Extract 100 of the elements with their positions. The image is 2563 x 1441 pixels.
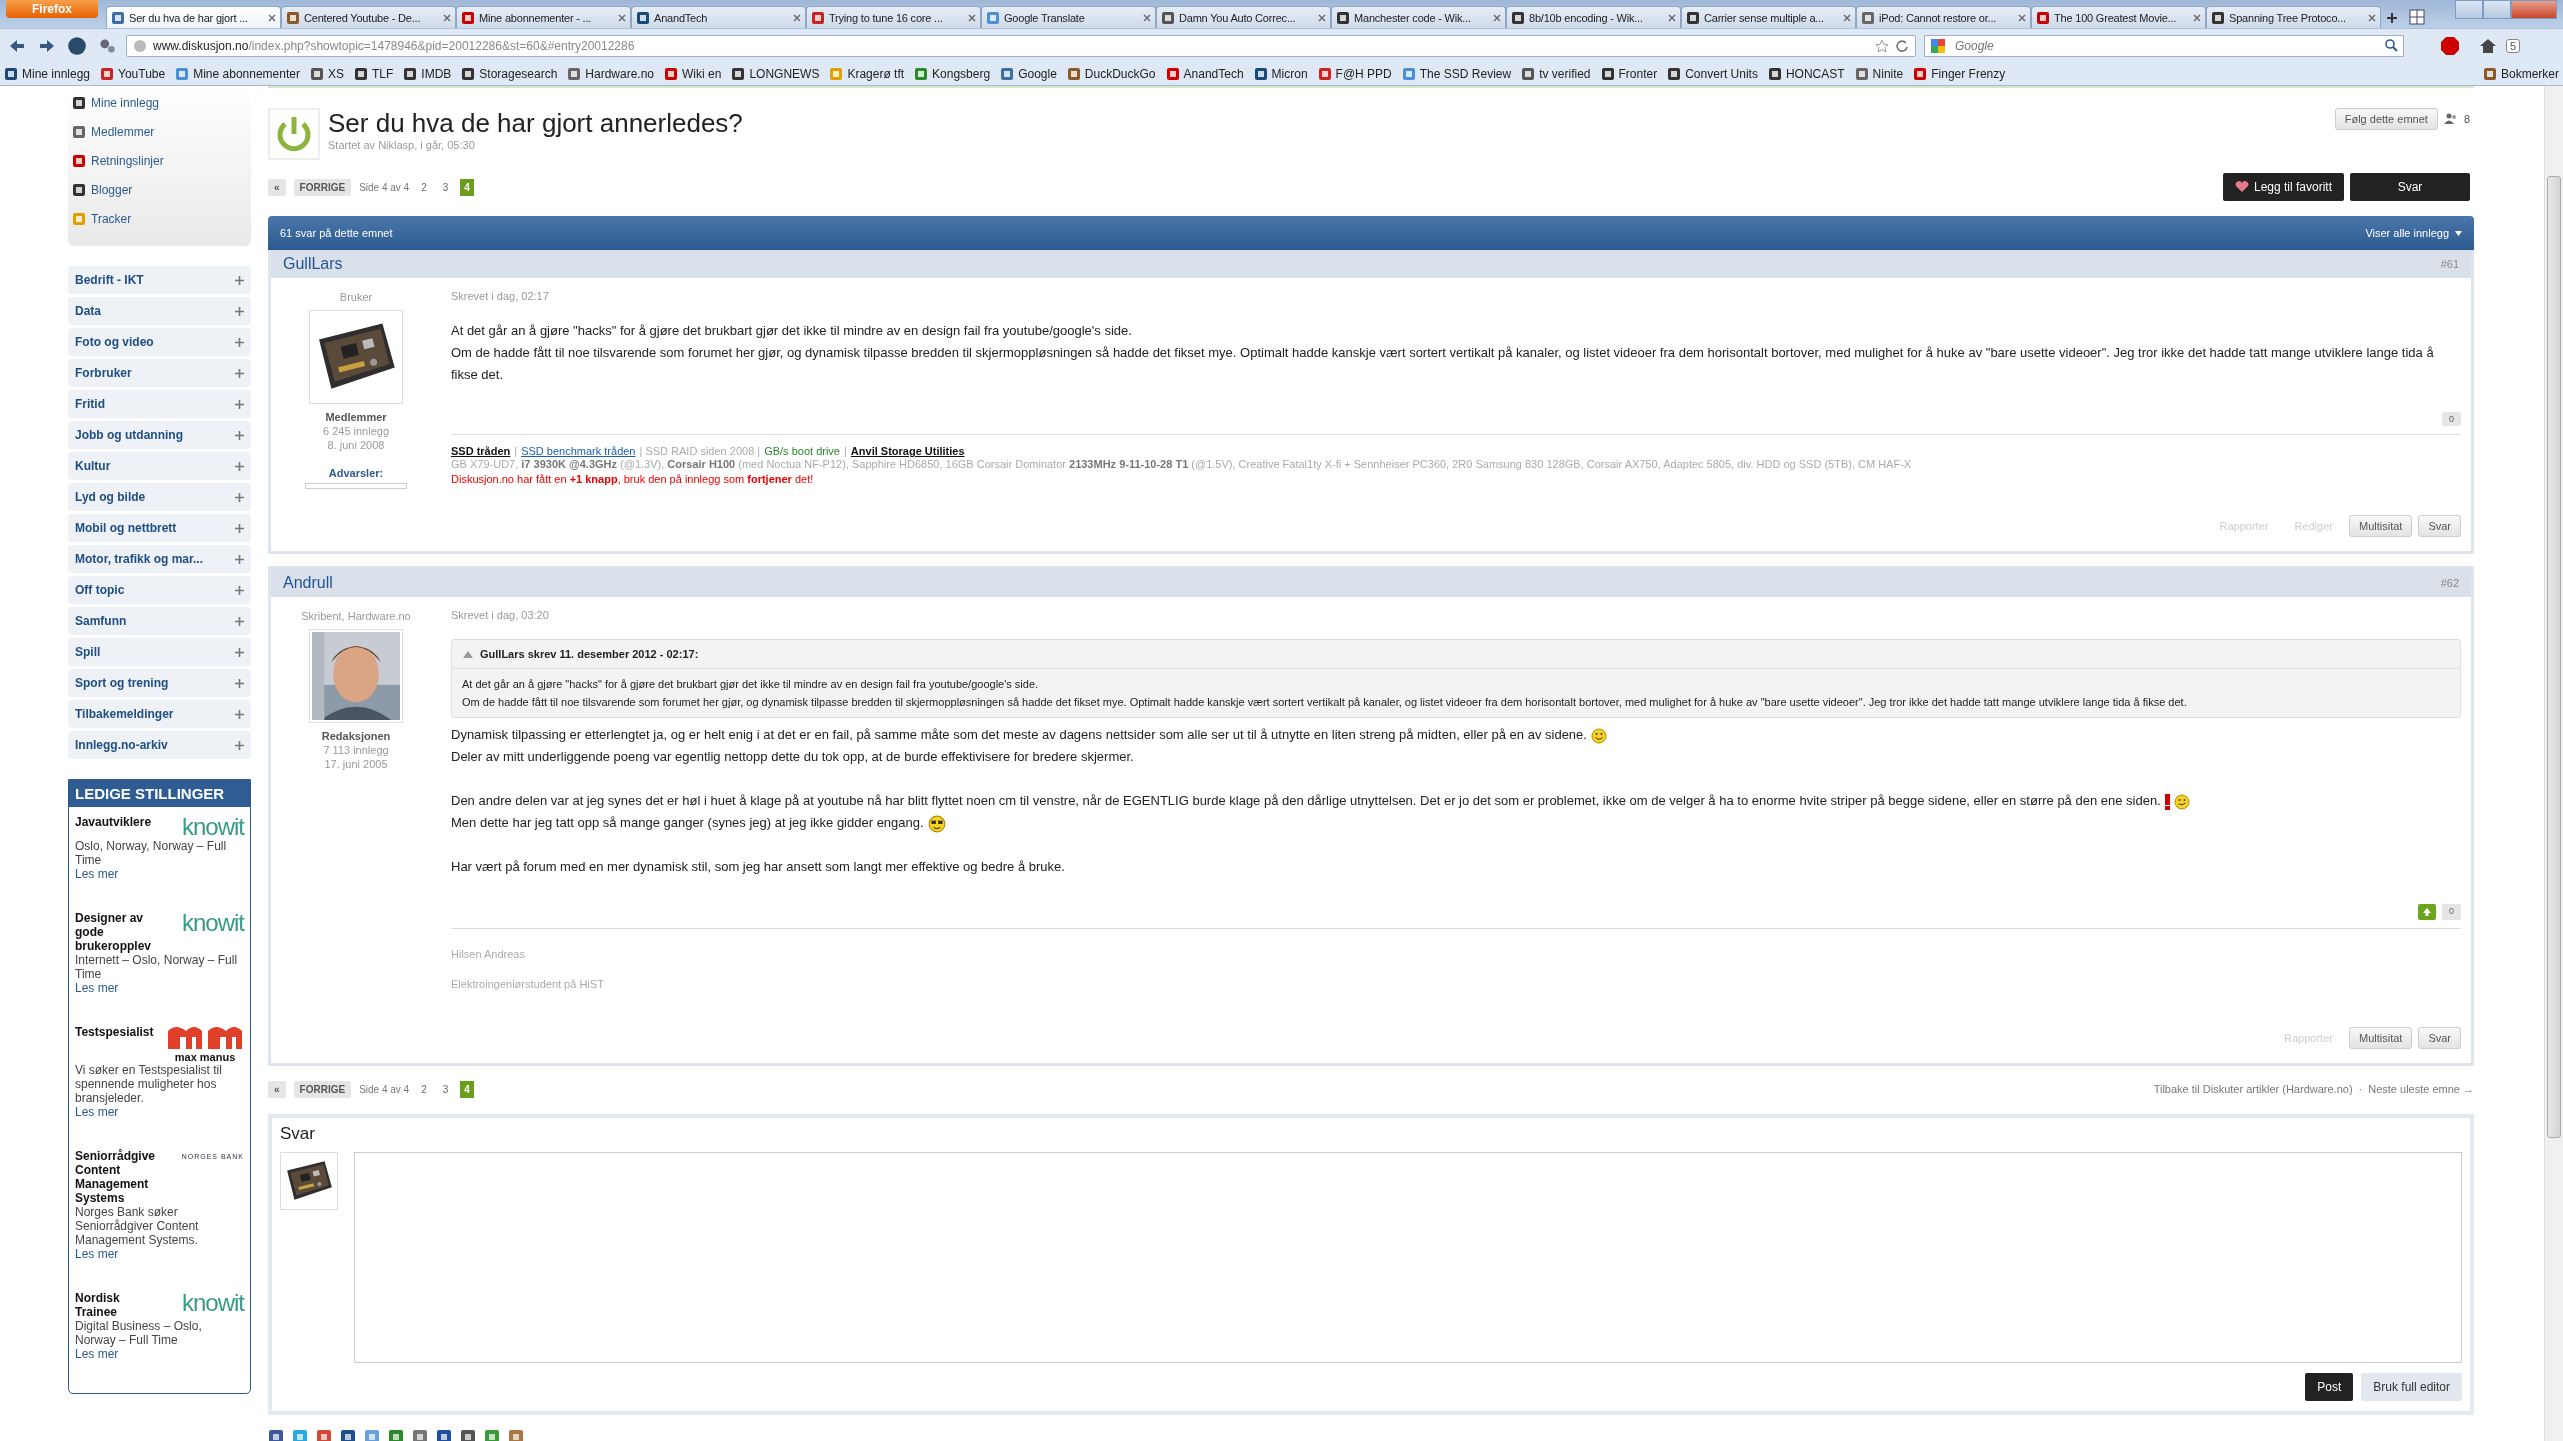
bookmarks-menu[interactable]: Bokmerker [2483, 67, 2559, 81]
read-more-link[interactable]: Les mer [75, 981, 244, 995]
bookmark[interactable]: Wiki en [664, 67, 722, 81]
category-item[interactable]: Samfunn [68, 607, 251, 635]
category-item[interactable]: Off topic [68, 576, 251, 604]
sidebar-link[interactable]: Blogger [72, 177, 247, 203]
star-icon[interactable] [1875, 39, 1889, 53]
browser-tab[interactable]: Mine abonnementer - ... [456, 6, 631, 28]
bookmark[interactable]: Hardware.no [567, 67, 655, 81]
plus-icon[interactable] [235, 430, 244, 440]
full-editor-button[interactable]: Bruk full editor [2361, 1373, 2462, 1401]
bookmark[interactable]: The SSD Review [1401, 67, 1512, 81]
sidebar-link[interactable]: Tracker [72, 206, 247, 232]
post-action-button[interactable]: Svar [2418, 1027, 2461, 1049]
category-item[interactable]: Bedrift - IKT [68, 266, 251, 294]
read-more-link[interactable]: Les mer [75, 1247, 244, 1261]
browser-tab[interactable]: Centered Youtube - De... [281, 6, 456, 28]
signature-link[interactable]: SSD tråden [451, 445, 511, 457]
category-item[interactable]: Innlegg.no-arkiv [68, 731, 251, 759]
plus-icon[interactable] [235, 647, 244, 657]
plus-icon[interactable] [235, 461, 244, 471]
plus-icon[interactable] [235, 492, 244, 502]
address-bar[interactable]: www.diskusjon.no/index.php?showtopic=1478946&pid=20012286&st=60&#entry20012286 [126, 35, 1916, 57]
bookmark[interactable]: Kragerø tft [829, 67, 905, 81]
browser-tab[interactable]: The 100 Greatest Movie... [2031, 6, 2206, 28]
browser-tab[interactable]: Carrier sense multiple a... [1681, 6, 1856, 28]
plus-icon[interactable] [235, 523, 244, 533]
share-icon[interactable] [412, 1429, 428, 1441]
bookmark[interactable]: F@H PPD [1317, 67, 1392, 81]
close-icon[interactable] [618, 13, 626, 22]
follow-button[interactable]: Følg dette emnet [2334, 108, 2438, 130]
category-item[interactable]: Sport og trening [68, 669, 251, 697]
plus-icon[interactable] [235, 616, 244, 626]
browser-tab[interactable]: Damn You Auto Correc... [1156, 6, 1331, 28]
share-icon[interactable] [484, 1429, 500, 1441]
reload-icon[interactable] [1895, 39, 1909, 53]
signature-link[interactable]: SSD benchmark tråden [521, 445, 636, 457]
read-more-link[interactable]: Les mer [75, 1105, 244, 1119]
bookmark[interactable]: Kongsberg [914, 67, 991, 81]
plus-icon[interactable] [235, 678, 244, 688]
share-icon[interactable] [316, 1429, 332, 1441]
category-item[interactable]: Fritid [68, 390, 251, 418]
bookmark[interactable]: Ninite [1854, 67, 1904, 81]
bookmark[interactable]: DuckDuckGo [1066, 67, 1156, 81]
browser-tab[interactable]: 8b/10b encoding - Wik... [1506, 6, 1681, 28]
page-link[interactable]: 2 [417, 178, 431, 196]
close-icon[interactable] [1318, 13, 1326, 22]
job-title[interactable]: Javautviklere [75, 815, 163, 839]
bookmark[interactable]: AnandTech [1165, 67, 1244, 81]
browser-tab[interactable]: Ser du hva de har gjort ... [106, 6, 281, 28]
reply-field[interactable] [354, 1152, 2462, 1363]
category-item[interactable]: Foto og video [68, 328, 251, 356]
category-item[interactable]: Lyd og bilde [68, 483, 251, 511]
bookmark[interactable]: Convert Units [1667, 67, 1758, 81]
share-icon[interactable] [460, 1429, 476, 1441]
plus-icon[interactable] [235, 709, 244, 719]
category-item[interactable]: Spill [68, 638, 251, 666]
bookmark[interactable]: tv verified [1521, 67, 1591, 81]
tab-list-icon[interactable] [2409, 9, 2425, 25]
post-button[interactable]: Post [2305, 1373, 2354, 1401]
job-title[interactable]: Seniorrådgive Content Management Systems [75, 1149, 163, 1205]
favorite-button[interactable]: Legg til favoritt [2222, 173, 2344, 201]
maximize-icon[interactable] [2483, 0, 2511, 19]
notification-badge[interactable]: 5 [2506, 39, 2521, 53]
category-item[interactable]: Data [68, 297, 251, 325]
close-icon[interactable] [1493, 13, 1501, 22]
reply-button[interactable]: Svar [2350, 173, 2470, 201]
post-action-button[interactable]: Multisitat [2348, 515, 2413, 537]
close-icon[interactable] [443, 13, 451, 22]
page-link[interactable]: 3 [438, 178, 453, 196]
category-item[interactable]: Forbruker [68, 359, 251, 387]
extension-icon[interactable] [66, 35, 88, 57]
browser-tab[interactable]: iPod: Cannot restore or... [1856, 6, 2031, 28]
close-icon[interactable] [793, 13, 801, 22]
search-icon[interactable] [2385, 39, 2398, 52]
plus-icon[interactable] [235, 740, 244, 750]
bookmark[interactable]: IMDB [403, 67, 452, 81]
page-link[interactable]: 2 [417, 1080, 431, 1098]
close-icon[interactable] [268, 13, 276, 22]
job-title[interactable]: Nordisk Trainee [75, 1291, 163, 1319]
close-icon[interactable] [1668, 13, 1676, 22]
first-page-button[interactable]: « [268, 178, 286, 196]
job-title[interactable]: Testspesialist [75, 1025, 163, 1063]
plus-icon[interactable] [235, 399, 244, 409]
browser-tab[interactable]: AnandTech [631, 6, 806, 28]
share-icon[interactable] [340, 1429, 356, 1441]
share-icon[interactable] [508, 1429, 524, 1441]
first-page-button[interactable]: « [268, 1080, 286, 1098]
author-name[interactable]: GullLars [283, 255, 343, 273]
close-icon[interactable] [2018, 13, 2026, 22]
post-action-button[interactable]: Svar [2418, 515, 2461, 537]
category-item[interactable]: Jobb og utdanning [68, 421, 251, 449]
category-item[interactable]: Kultur [68, 452, 251, 480]
read-more-link[interactable]: Les mer [75, 867, 244, 881]
bookmark[interactable]: YouTube [100, 67, 166, 81]
read-more-link[interactable]: Les mer [75, 1347, 244, 1361]
plus-icon[interactable] [235, 554, 244, 564]
browser-tab[interactable]: Trying to tune 16 core ... [806, 6, 981, 28]
sidebar-link[interactable]: Medlemmer [72, 119, 247, 145]
bookmark[interactable]: XS [309, 67, 344, 81]
